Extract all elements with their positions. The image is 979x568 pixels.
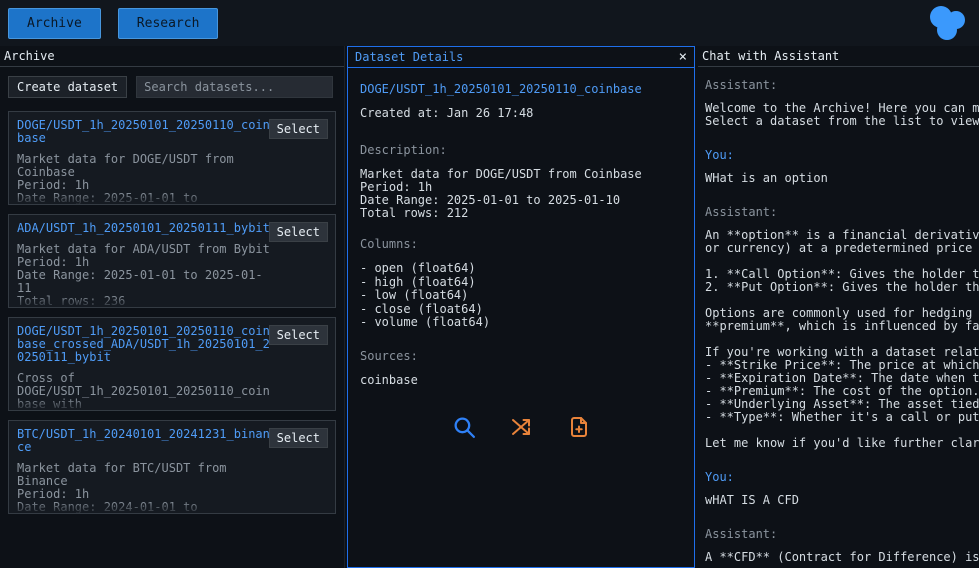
archive-panel: Archive Create dataset Select DOGE/USDT_…: [0, 46, 345, 568]
message-text: wHAT IS A CFD: [705, 494, 799, 507]
dataset-name-link[interactable]: ADA/USDT_1h_20250101_20250111_bybit: [17, 222, 273, 235]
dataset-name-link[interactable]: BTC/USDT_1h_20240101_20241231_binance: [17, 428, 273, 454]
dataset-name-link[interactable]: DOGE/USDT_1h_20250101_20250110_coinbase: [17, 119, 273, 145]
columns-label: Columns:: [360, 237, 418, 251]
dataset-description: Market data for ADA/USDT from Bybit Peri…: [17, 242, 270, 308]
dataset-details-body: DOGE/USDT_1h_20250101_20250110_coinbase …: [348, 68, 694, 452]
dataset-name-link[interactable]: DOGE/USDT_1h_20250101_20250110_coinbase_…: [17, 325, 273, 364]
chat-message: Assistant: An **option** is a financial …: [705, 206, 979, 450]
dataset-details-title: Dataset Details: [355, 50, 464, 64]
close-icon[interactable]: ×: [679, 50, 687, 64]
sources-text: coinbase: [360, 372, 418, 387]
chat-message: You: wHAT IS A CFD: [705, 471, 979, 507]
archive-panel-title: Archive: [0, 46, 344, 67]
export-dataset-button[interactable]: [565, 413, 593, 442]
dataset-card[interactable]: Select DOGE/USDT_1h_20250101_20250110_co…: [8, 317, 336, 411]
select-dataset-button[interactable]: Select: [268, 222, 328, 242]
chat-panel-title: Chat with Assistant: [698, 46, 979, 67]
nav-archive-button[interactable]: Archive: [8, 7, 101, 39]
detail-dataset-name: DOGE/USDT_1h_20250101_20250110_coinbase: [360, 82, 642, 96]
topbar: Archive Research: [0, 0, 979, 46]
search-icon: [452, 417, 477, 443]
chat-message-list[interactable]: Assistant: Welcome to the Archive! Here …: [698, 67, 979, 568]
app-logo-icon: [927, 4, 967, 42]
assistant-role-label: Assistant:: [705, 78, 778, 92]
inspect-dataset-button[interactable]: [450, 413, 479, 442]
message-text: WHat is an option: [705, 172, 828, 185]
dataset-description: Market data for DOGE/USDT from Coinbase …: [17, 152, 234, 205]
message-text: An **option** is a financial derivative …: [705, 229, 979, 450]
cross-arrows-icon: [509, 419, 535, 442]
dataset-card[interactable]: Select BTC/USDT_1h_20240101_20241231_bin…: [8, 420, 336, 514]
dataset-actions: [360, 413, 682, 442]
chat-message: Assistant: Welcome to the Archive! Here …: [705, 79, 979, 128]
user-role-label: You:: [705, 148, 734, 162]
dataset-details-panel: Dataset Details × DOGE/USDT_1h_20250101_…: [347, 46, 695, 568]
dataset-description: Cross of DOGE/USDT_1h_20250101_20250110_…: [17, 371, 270, 411]
select-dataset-button[interactable]: Select: [268, 428, 328, 448]
chat-panel: Chat with Assistant Assistant: Welcome t…: [698, 46, 979, 568]
columns-list: - open (float64) - high (float64) - low …: [360, 261, 491, 329]
chat-message: Assistant: A **CFD** (Contract for Diffe…: [705, 528, 979, 564]
description-label: Description:: [360, 143, 447, 157]
select-dataset-button[interactable]: Select: [268, 119, 328, 139]
main-content: Archive Create dataset Select DOGE/USDT_…: [0, 46, 979, 568]
assistant-role-label: Assistant:: [705, 527, 778, 541]
cross-dataset-button[interactable]: [507, 413, 537, 442]
description-text: Market data for DOGE/USDT from Coinbase …: [360, 167, 642, 220]
assistant-role-label: Assistant:: [705, 205, 778, 219]
dataset-card[interactable]: Select DOGE/USDT_1h_20250101_20250110_co…: [8, 111, 336, 205]
message-text: Welcome to the Archive! Here you can ma …: [705, 102, 979, 128]
dataset-description: Market data for BTC/USDT from Binance Pe…: [17, 461, 227, 514]
nav-research-button[interactable]: Research: [117, 7, 219, 39]
dataset-card[interactable]: Select ADA/USDT_1h_20250101_20250111_byb…: [8, 214, 336, 308]
create-dataset-button[interactable]: Create dataset: [8, 76, 128, 98]
dataset-details-header: Dataset Details ×: [348, 47, 694, 68]
sources-label: Sources:: [360, 348, 418, 363]
search-datasets-input[interactable]: [136, 76, 334, 98]
message-text: A **CFD** (Contract for Difference) is: [705, 551, 979, 564]
select-dataset-button[interactable]: Select: [268, 325, 328, 345]
archive-controls: Create dataset: [0, 67, 344, 108]
chat-message: You: WHat is an option: [705, 149, 979, 185]
detail-created-at: Created at: Jan 26 17:48: [360, 106, 534, 120]
user-role-label: You:: [705, 470, 734, 484]
dataset-list[interactable]: Select DOGE/USDT_1h_20250101_20250110_co…: [0, 108, 344, 568]
file-plus-icon: [567, 417, 591, 442]
